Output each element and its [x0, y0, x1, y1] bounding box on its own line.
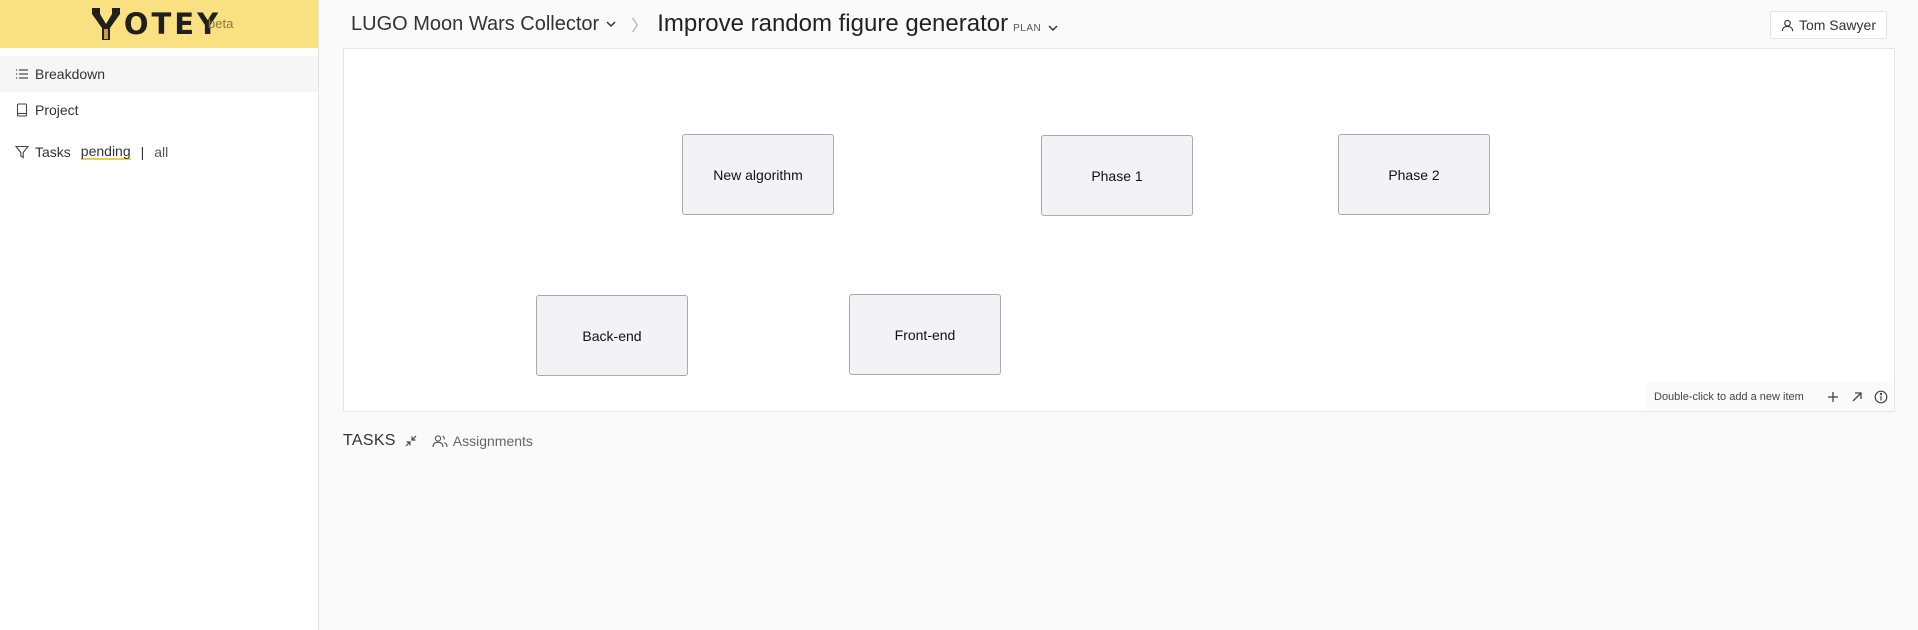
assignments-link[interactable]: Assignments — [432, 433, 533, 449]
canvas-node[interactable]: New algorithm — [682, 134, 834, 215]
plan-tag-label: PLAN — [1013, 22, 1042, 34]
tasks-section: TASKS Assignments — [343, 432, 533, 450]
book-icon — [16, 103, 28, 117]
tasks-title: TASKS — [343, 432, 396, 449]
canvas-node[interactable]: Phase 2 — [1338, 134, 1490, 215]
filter-option-pending[interactable]: pending — [80, 144, 131, 160]
breakdown-canvas[interactable]: New algorithm Phase 1 Phase 2 Back-end F… — [343, 48, 1895, 412]
sidebar-item-label: Project — [35, 102, 79, 118]
app-logo[interactable]: OTEY — [89, 7, 221, 41]
canvas-node[interactable]: Back-end — [536, 295, 688, 376]
canvas-node[interactable]: Front-end — [849, 294, 1001, 375]
canvas-hint: Double-click to add a new item — [1654, 391, 1804, 403]
assignments-label: Assignments — [452, 433, 533, 449]
logo-y-icon — [91, 8, 120, 40]
logo-text: OTEY — [123, 6, 222, 41]
sidebar-item-label: Breakdown — [35, 66, 106, 82]
list-icon — [16, 69, 28, 79]
page-title: Improve random figure generator — [657, 10, 1009, 37]
sidebar-item-project[interactable]: Project — [0, 92, 318, 128]
plan-type-dropdown[interactable]: PLAN — [1013, 22, 1059, 34]
logo-bar: OTEY beta — [0, 0, 318, 48]
sidebar: OTEY beta Breakdown Project Tasks pendin… — [0, 0, 319, 630]
expand-arrow-icon[interactable] — [1850, 390, 1864, 404]
sidebar-item-breakdown[interactable]: Breakdown — [0, 56, 318, 92]
collapse-icon[interactable] — [404, 434, 418, 448]
filter-icon — [15, 145, 29, 159]
user-icon — [1781, 19, 1794, 31]
breadcrumb-project[interactable]: LUGO Moon Wars Collector — [351, 13, 617, 36]
info-icon[interactable] — [1874, 390, 1888, 404]
tasks-filter-label: Tasks — [35, 144, 71, 160]
breadcrumb-separator: 〉 — [631, 18, 648, 35]
chevron-down-icon — [606, 21, 616, 28]
user-name: Tom Sawyer — [1798, 17, 1876, 33]
filter-separator: | — [140, 144, 145, 160]
canvas-node[interactable]: Phase 1 — [1041, 135, 1193, 216]
tasks-filter: Tasks pending | all — [0, 144, 318, 160]
add-icon[interactable] — [1826, 390, 1840, 404]
users-icon — [432, 435, 448, 448]
chevron-down-icon — [1048, 25, 1058, 32]
canvas-toolbar: Double-click to add a new item — [1646, 383, 1894, 411]
beta-badge: beta — [208, 16, 234, 31]
filter-option-all[interactable]: all — [154, 144, 168, 160]
user-menu-button[interactable]: Tom Sawyer — [1769, 11, 1887, 39]
project-name: LUGO Moon Wars Collector — [351, 12, 600, 35]
page-header: LUGO Moon Wars Collector 〉 Improve rando… — [320, 0, 1918, 48]
